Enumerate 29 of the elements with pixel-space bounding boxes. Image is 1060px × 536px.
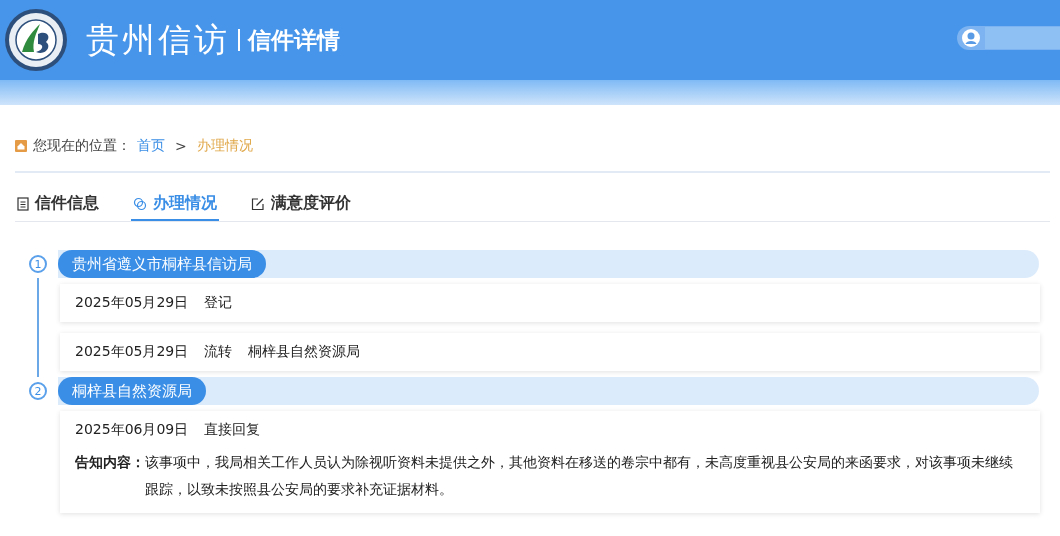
edit-icon xyxy=(251,196,265,211)
site-title: 贵州信访 xyxy=(86,18,230,61)
tab[interactable]: 信件信息 xyxy=(15,193,101,221)
org-pill: 贵州省遵义市桐梓县信访局 xyxy=(58,250,266,278)
step-number: 1 xyxy=(29,255,47,273)
record-action: 直接回复 xyxy=(204,421,261,439)
breadcrumb-link[interactable]: 首页 xyxy=(137,137,165,155)
user-avatar-icon xyxy=(961,28,981,48)
step-number: 2 xyxy=(29,382,47,400)
tab[interactable]: 满意度评价 xyxy=(249,193,353,221)
record-action: 登记 xyxy=(204,294,233,312)
page-title: 信件详情 xyxy=(248,25,340,55)
breadcrumb-separator: > xyxy=(175,138,187,154)
record-action: 流转 xyxy=(204,343,233,361)
record-date: 2025年05月29日 xyxy=(75,294,189,312)
document-icon xyxy=(17,196,29,211)
breadcrumb-current[interactable]: 办理情况 xyxy=(196,137,253,155)
notice-label: 告知内容： xyxy=(75,453,145,472)
record-date: 2025年06月09日 xyxy=(75,421,189,439)
home-icon xyxy=(15,140,27,152)
user-menu[interactable] xyxy=(957,26,1060,50)
org-pill: 桐梓县自然资源局 xyxy=(58,377,206,405)
notice-text: 该事项中，我局相关工作人员认为除视听资料未提供之外，其他资料在移送的卷宗中都有，未高度重视县公安局的来函要求，对该事项未继续跟踪，以致未按照县公安局的要求补充证据材料。 xyxy=(145,453,1014,499)
linked-rings-icon xyxy=(133,196,147,211)
record-date: 2025年05月29日 xyxy=(75,343,189,361)
breadcrumb-label: 您现在的位置： xyxy=(33,137,131,155)
record-target: 桐梓县自然资源局 xyxy=(248,343,361,361)
logo-icon xyxy=(4,8,68,72)
tab[interactable]: 办理情况 xyxy=(131,193,219,221)
